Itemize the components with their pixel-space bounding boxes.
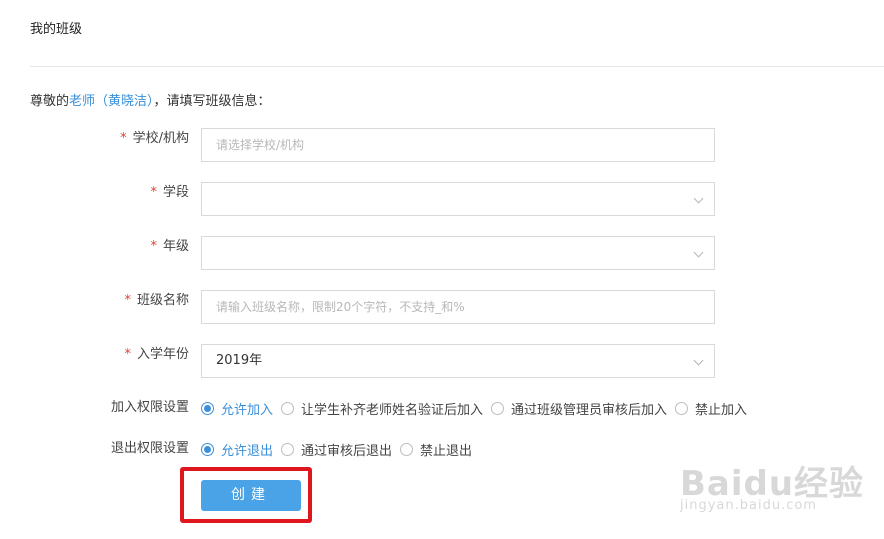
required-mark: *: [150, 239, 157, 254]
exit-option-review[interactable]: 通过审核后退出: [281, 440, 392, 459]
exit-option-forbid[interactable]: 禁止退出: [400, 440, 472, 459]
stage-row: * 学段: [0, 182, 884, 216]
school-placeholder: 请选择学校/机构: [216, 138, 305, 152]
divider: [30, 66, 884, 67]
greeting-prefix: 尊敬的: [30, 94, 70, 109]
school-input[interactable]: 请选择学校/机构: [201, 128, 715, 162]
create-button[interactable]: 创建: [201, 480, 301, 511]
radio-icon[interactable]: [675, 401, 689, 415]
greeting-suffix: ，请填写班级信息：: [153, 94, 271, 109]
required-mark: *: [150, 185, 157, 200]
radio-icon[interactable]: [281, 401, 295, 415]
join-option-name-verify[interactable]: 让学生补齐老师姓名验证后加入: [281, 399, 483, 418]
exit-permission-options: 允许退出 通过审核后退出 禁止退出: [201, 439, 480, 459]
grade-row: * 年级: [0, 236, 884, 270]
grade-select[interactable]: [201, 236, 715, 270]
school-label: * 学校/机构: [120, 131, 189, 146]
class-name-placeholder: 请输入班级名称，限制20个字符，不支持_和%: [216, 300, 465, 314]
class-name-row: * 班级名称 请输入班级名称，限制20个字符，不支持_和%: [0, 290, 884, 324]
page-title: 我的班级: [30, 22, 83, 37]
join-permission-label: 加入权限设置: [110, 400, 189, 415]
join-permission-options: 允许加入 让学生补齐老师姓名验证后加入 通过班级管理员审核后加入 禁止加入: [201, 398, 755, 418]
chevron-down-icon: [693, 355, 704, 366]
join-option-admin-review[interactable]: 通过班级管理员审核后加入: [491, 399, 667, 418]
stage-label: * 学段: [150, 185, 189, 200]
radio-icon[interactable]: [491, 401, 505, 415]
join-option-forbid[interactable]: 禁止加入: [675, 399, 747, 418]
exit-permission-label: 退出权限设置: [110, 441, 189, 456]
baidu-jingyan-watermark: Baidu经验 jingyan.baidu.com: [680, 446, 880, 526]
school-row: * 学校/机构 请选择学校/机构: [0, 128, 884, 162]
chevron-down-icon: [693, 193, 704, 204]
grade-label: * 年级: [150, 239, 189, 254]
watermark-url: jingyan.baidu.com: [680, 498, 817, 513]
class-name-input[interactable]: 请输入班级名称，限制20个字符，不支持_和%: [201, 290, 715, 324]
radio-checked-icon[interactable]: [201, 401, 214, 415]
stage-select[interactable]: [201, 182, 715, 216]
entry-year-row: * 入学年份 2019年: [0, 344, 884, 378]
radio-checked-icon[interactable]: [201, 442, 214, 456]
join-option-allow[interactable]: 允许加入: [201, 399, 273, 418]
required-mark: *: [124, 293, 131, 308]
required-mark: *: [120, 131, 127, 146]
class-name-label: * 班级名称: [124, 293, 189, 308]
join-permission-row: 加入权限设置 允许加入 让学生补齐老师姓名验证后加入 通过班级管理员审核后加入 …: [0, 398, 884, 418]
radio-icon[interactable]: [281, 442, 295, 456]
required-mark: *: [124, 347, 131, 362]
entry-year-value: 2019年: [216, 353, 263, 368]
entry-year-label: * 入学年份: [124, 347, 189, 362]
entry-year-select[interactable]: 2019年: [201, 344, 715, 378]
chevron-down-icon: [693, 247, 704, 258]
exit-option-allow[interactable]: 允许退出: [201, 440, 273, 459]
greeting-text: 尊敬的老师（黄晓洁），请填写班级信息：: [30, 90, 271, 109]
radio-icon[interactable]: [400, 442, 414, 456]
teacher-name-link[interactable]: 老师（黄晓洁）: [69, 94, 154, 109]
